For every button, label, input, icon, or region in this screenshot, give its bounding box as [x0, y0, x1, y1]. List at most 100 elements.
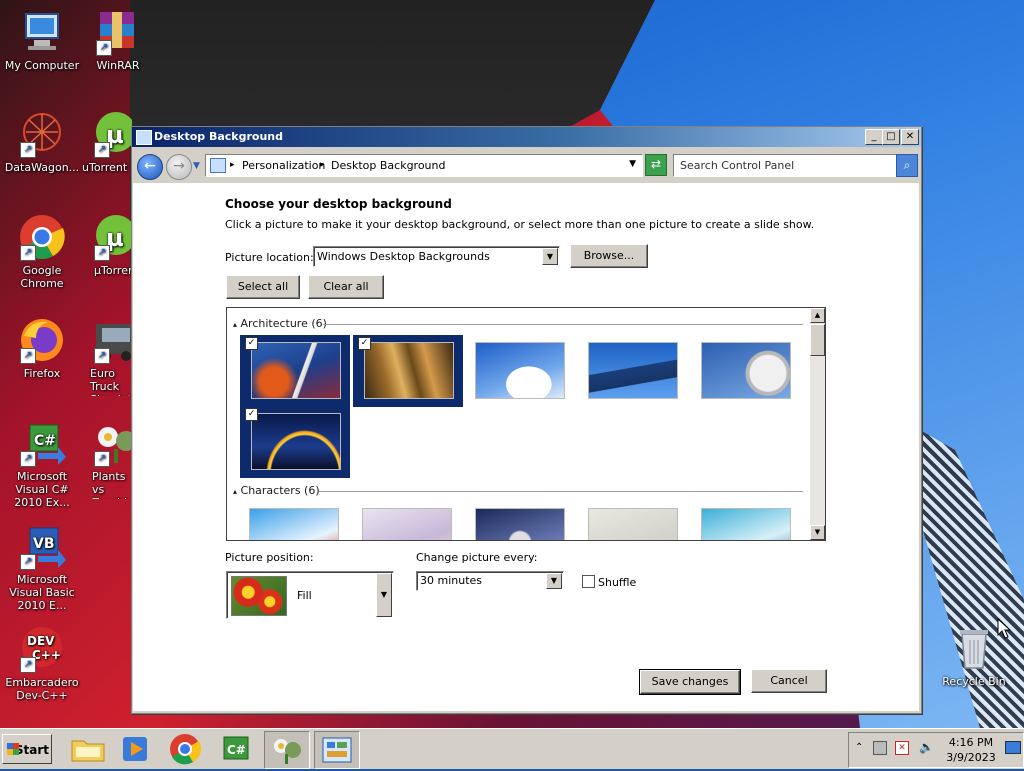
shuffle-label[interactable]: Shuffle	[598, 576, 636, 589]
breadcrumb-separator-icon: ▸	[320, 160, 325, 170]
wallpaper-tile[interactable]	[588, 342, 678, 399]
shortcut-arrow-icon: ↗	[94, 451, 110, 467]
scroll-up-icon[interactable]: ▲	[810, 308, 825, 323]
desktop-icon-visual-csharp[interactable]: C# ↗ Microsoft Visual C# 2010 Ex...	[0, 419, 84, 509]
title-bar[interactable]: Desktop Background _ □ ✕	[132, 127, 921, 147]
taskbar-visual-csharp[interactable]: C#	[214, 731, 258, 767]
visual-csharp-icon: C#	[223, 736, 249, 760]
taskbar-media-player[interactable]	[114, 731, 158, 767]
collapse-icon: ▴	[233, 320, 238, 329]
scroll-thumb[interactable]	[810, 324, 825, 356]
clock-time: 4:16 PM	[948, 736, 994, 749]
picture-location-select[interactable]: Windows Desktop Backgrounds ▼	[313, 246, 560, 267]
dev-cpp-icon: DEV C++ ↗	[18, 625, 66, 673]
refresh-button[interactable]: ⇄	[645, 154, 667, 176]
wallpaper-tile[interactable]	[249, 508, 339, 540]
shortcut-arrow-icon: ↗	[94, 142, 110, 158]
group-header-characters[interactable]: ▴ Characters (6)	[233, 484, 320, 497]
desktop-icon-my-computer[interactable]: My Computer	[0, 8, 84, 72]
svg-text:C#: C#	[34, 433, 56, 449]
checkbox-checked[interactable]: ✓	[358, 337, 371, 350]
address-dropdown-icon[interactable]: ▼	[629, 159, 636, 169]
desktop-icon-utorrent-2[interactable]: µ ↗ µTorrent	[76, 213, 132, 277]
picture-position-value: Fill	[297, 589, 312, 602]
show-hidden-icons-icon[interactable]: ⌃	[855, 742, 863, 753]
scroll-down-icon[interactable]: ▼	[810, 525, 825, 540]
desktop-icon-euro-truck[interactable]: ↗ Euro Truck Simulator	[76, 316, 132, 396]
search-icon[interactable]: ⌕	[896, 154, 918, 177]
plants-vs-zombies-icon: ↗	[92, 419, 132, 467]
volume-icon[interactable]: 🔈	[919, 740, 934, 754]
cancel-button[interactable]: Cancel	[751, 669, 827, 693]
action-center-flag-icon[interactable]: ✕	[895, 741, 909, 755]
wallpaper-tile[interactable]	[475, 342, 565, 399]
group-divider	[323, 324, 803, 325]
picture-position-select[interactable]: Fill ▼	[226, 571, 394, 619]
taskbar-explorer[interactable]	[66, 731, 110, 767]
clock[interactable]: 4:16 PM 3/9/2023	[941, 735, 1001, 765]
desktop-icon-utorrent[interactable]: µ ↗ uTorrent	[76, 110, 132, 174]
utorrent-icon: µ ↗	[92, 213, 132, 261]
taskbar-chrome[interactable]	[163, 731, 207, 767]
browse-button[interactable]: Browse...	[570, 244, 648, 268]
desktop-icon-label: Recycle Bin	[942, 675, 1006, 688]
gallery-scrollbar[interactable]: ▲ ▼	[810, 308, 825, 540]
chevron-down-icon[interactable]: ▼	[376, 573, 392, 617]
wallpaper-tile[interactable]	[475, 508, 565, 540]
desktop-icon-visual-basic[interactable]: VB ↗ Microsoft Visual Basic 2010 E...	[0, 522, 84, 612]
maximize-button[interactable]: □	[882, 129, 900, 145]
group-header-architecture[interactable]: ▴ Architecture (6)	[233, 317, 327, 330]
wallpaper-tile[interactable]	[588, 508, 678, 540]
desktop-icon-winrar[interactable]: ↗ WinRAR	[76, 8, 160, 72]
taskbar-control-panel[interactable]	[314, 731, 360, 769]
save-changes-button[interactable]: Save changes	[640, 670, 740, 694]
show-desktop-icon[interactable]	[1005, 741, 1021, 754]
wallpaper-tile[interactable]	[701, 342, 791, 399]
shortcut-arrow-icon: ↗	[96, 40, 112, 56]
checkbox-checked[interactable]: ✓	[245, 337, 258, 350]
desktop-icon-label: Embarcadero Dev-C++	[5, 676, 79, 702]
change-picture-interval-select[interactable]: 30 minutes ▼	[416, 571, 564, 591]
desktop-icon-plants-vs-zombies[interactable]: ↗ Plants vs Zombies	[76, 419, 132, 499]
start-button[interactable]: Start	[2, 734, 52, 764]
checkbox-checked[interactable]: ✓	[245, 408, 258, 421]
change-picture-label: Change picture every:	[416, 551, 538, 564]
minimize-button[interactable]: _	[865, 129, 883, 145]
desktop-icon-label: Plants vs Zombies	[92, 470, 132, 499]
address-bar[interactable]: ▸ Personalization ▸ Desktop Background ▼	[205, 154, 643, 177]
chevron-down-icon[interactable]: ▼	[542, 248, 558, 265]
search-input[interactable]: Search Control Panel	[673, 154, 897, 177]
breadcrumb-personalization[interactable]: Personalization	[242, 159, 325, 172]
control-panel-icon	[136, 130, 152, 145]
desktop-icon-google-chrome[interactable]: ↗ Google Chrome	[0, 213, 84, 290]
wallpaper-tile-selected[interactable]: ✓	[240, 406, 350, 478]
wallpaper-tile[interactable]	[362, 508, 452, 540]
desktop-icon-datawagon[interactable]: ↗ DataWagon...	[0, 110, 84, 174]
forward-button[interactable]: →	[166, 154, 192, 180]
desktop-icon-dev-cpp[interactable]: DEV C++ ↗ Embarcadero Dev-C++	[0, 625, 84, 702]
breadcrumb-desktop-background[interactable]: Desktop Background	[331, 159, 446, 172]
wallpaper-tile-selected[interactable]: ✓	[353, 335, 463, 407]
page-title: Choose your desktop background	[225, 197, 452, 211]
network-icon[interactable]	[873, 741, 887, 755]
mouse-cursor-icon	[997, 618, 1011, 639]
desktop-icon-label: My Computer	[4, 59, 80, 72]
shuffle-checkbox[interactable]	[582, 575, 595, 588]
my-computer-icon	[18, 8, 66, 56]
wallpaper-tile[interactable]	[701, 508, 791, 540]
plants-vs-zombies-icon	[274, 739, 301, 764]
wallpaper-tile-selected[interactable]: ✓	[240, 335, 350, 407]
recent-pages-chevron-icon[interactable]: ▼	[193, 161, 200, 171]
close-button[interactable]: ✕	[901, 129, 919, 145]
taskbar-plants-vs-zombies[interactable]	[264, 731, 310, 769]
content-pane: Choose your desktop background Click a p…	[133, 183, 919, 711]
desktop-icon-firefox[interactable]: ↗ Firefox	[0, 316, 84, 380]
desktop-icon-label: DataWagon...	[4, 161, 80, 174]
chevron-down-icon[interactable]: ▼	[546, 573, 562, 589]
visual-csharp-icon: C# ↗	[18, 419, 66, 467]
select-all-button[interactable]: Select all	[226, 275, 300, 299]
navigation-bar: ← → ▼ ▸ Personalization ▸ Desktop Backgr…	[132, 149, 921, 181]
shortcut-arrow-icon: ↗	[94, 348, 110, 364]
back-button[interactable]: ←	[137, 154, 163, 180]
clear-all-button[interactable]: Clear all	[308, 275, 384, 299]
